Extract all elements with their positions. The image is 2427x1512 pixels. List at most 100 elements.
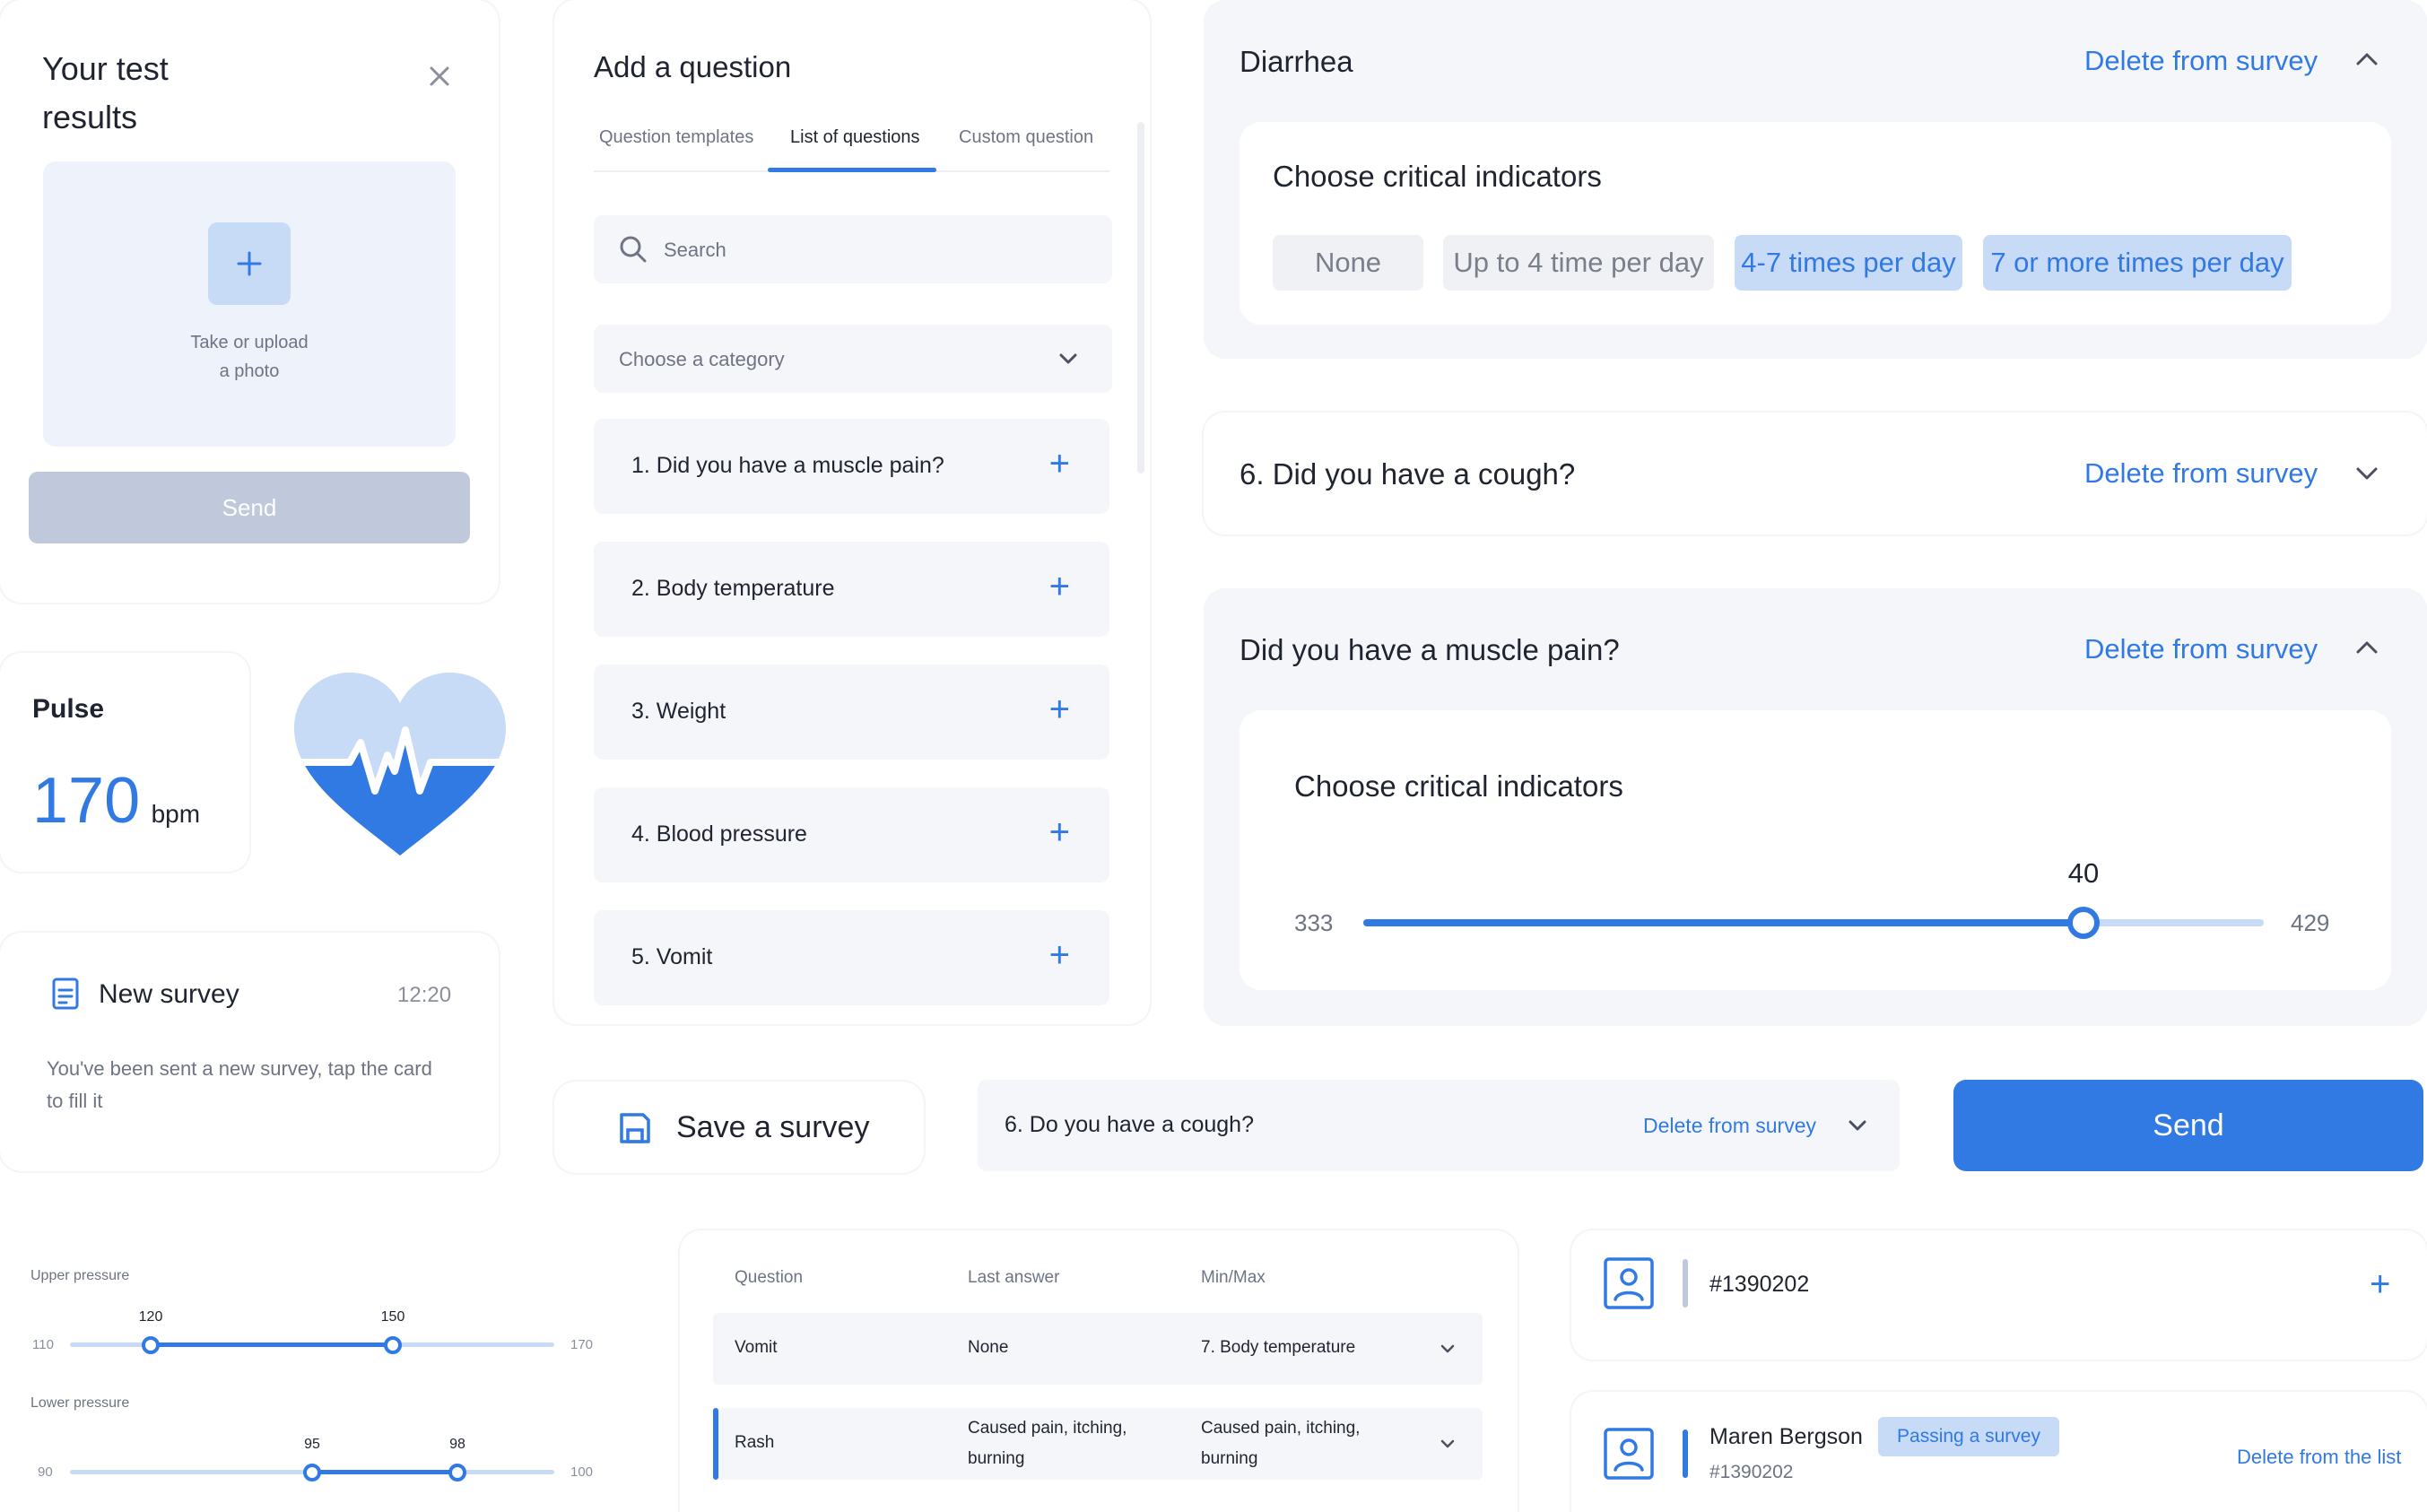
- add-icon[interactable]: +: [1049, 937, 1070, 973]
- upper-pressure-min: 110: [32, 1337, 54, 1352]
- diarrhea-indicators-panel: [1240, 122, 2391, 325]
- question-item-1[interactable]: 1. Did you have a muscle pain? +: [594, 419, 1109, 514]
- question-item-3[interactable]: 3. Weight +: [594, 665, 1109, 760]
- test-results-card: Your test results Take or upload a photo…: [0, 0, 499, 603]
- chevron-down-icon[interactable]: [2355, 465, 2379, 482]
- table-header-minmax: Min/Max: [1201, 1268, 1266, 1287]
- photo-upload-area[interactable]: Take or upload a photo: [43, 161, 456, 447]
- slider-value-label: 40: [2067, 857, 2100, 889]
- range-fill: [312, 1470, 457, 1474]
- active-tab-indicator: [768, 168, 936, 172]
- cell-minmax: 7. Body temperature: [1201, 1338, 1356, 1357]
- row-selected-indicator: [713, 1408, 718, 1480]
- chevron-down-icon[interactable]: [1440, 1342, 1456, 1356]
- patient-card[interactable]: #1390202 +: [1571, 1230, 2427, 1360]
- send-button[interactable]: Send: [1953, 1080, 2423, 1171]
- patient-name: Maren Bergson: [1709, 1424, 1863, 1449]
- tab-question-templates[interactable]: Question templates: [599, 127, 753, 148]
- user-icon: [1604, 1428, 1654, 1480]
- slider-min-label: 333: [1294, 909, 1334, 936]
- tab-list-of-questions[interactable]: List of questions: [790, 127, 920, 148]
- range-high-value: 150: [380, 1309, 405, 1325]
- pulse-value: 170 bpm: [32, 765, 201, 837]
- search-placeholder: Search: [664, 239, 726, 261]
- chip-none[interactable]: None: [1273, 235, 1423, 291]
- status-badge: Passing a survey: [1878, 1417, 2059, 1456]
- new-survey-card[interactable]: New survey 12:20 You've been sent a new …: [0, 933, 499, 1171]
- add-icon[interactable]: +: [1049, 691, 1070, 727]
- question-item-2[interactable]: 2. Body temperature +: [594, 542, 1109, 637]
- range-thumb-high[interactable]: [384, 1336, 402, 1354]
- upper-pressure-label: Upper pressure: [30, 1268, 130, 1283]
- slider-fill: [1363, 919, 2083, 926]
- muscle-pain-title: Did you have a muscle pain?: [1240, 633, 1620, 666]
- category-placeholder: Choose a category: [619, 348, 785, 370]
- range-high-value: 98: [449, 1437, 465, 1452]
- lower-pressure-slider[interactable]: 95 98: [70, 1437, 554, 1489]
- chip-4-7[interactable]: 4-7 times per day: [1735, 235, 1962, 291]
- add-icon[interactable]: +: [1049, 446, 1070, 482]
- delete-from-survey-link[interactable]: Delete from survey: [2084, 45, 2318, 77]
- upper-pressure-max: 170: [570, 1337, 594, 1352]
- chevron-down-icon[interactable]: [1848, 1117, 1867, 1134]
- save-survey-button[interactable]: Save a survey: [554, 1082, 924, 1173]
- add-icon[interactable]: +: [2370, 1266, 2390, 1302]
- search-icon: [619, 235, 648, 264]
- scrollbar[interactable]: [1137, 122, 1144, 474]
- chevron-up-icon[interactable]: [2355, 50, 2379, 68]
- close-icon[interactable]: [426, 63, 453, 90]
- plus-icon: [237, 251, 262, 276]
- patient-id: #1390202: [1709, 1462, 1794, 1482]
- slider-max-label: 429: [2291, 909, 2330, 936]
- cough-title: 6. Did you have a cough?: [1240, 457, 1576, 491]
- question-item-4[interactable]: 4. Blood pressure +: [594, 787, 1109, 882]
- range-fill: [151, 1343, 393, 1347]
- new-survey-title: New survey: [99, 979, 239, 1009]
- patient-divider-active: [1683, 1429, 1688, 1478]
- chevron-down-icon: [1058, 350, 1078, 368]
- muscle-indicators-title: Choose critical indicators: [1294, 769, 1623, 803]
- table-row[interactable]: Rash Caused pain, itching, burning Cause…: [713, 1408, 1483, 1480]
- cough-question-row[interactable]: 6. Do you have a cough? Delete from surv…: [978, 1080, 1900, 1171]
- cell-last-answer: Caused pain, itching, burning: [968, 1419, 1127, 1468]
- muscle-slider[interactable]: 40: [1363, 857, 2264, 945]
- lower-pressure-max: 100: [570, 1464, 594, 1480]
- send-photo-button[interactable]: Send: [29, 472, 470, 543]
- range-low-value: 120: [138, 1309, 163, 1325]
- save-icon: [619, 1112, 651, 1144]
- patient-card[interactable]: Maren Bergson Passing a survey #1390202 …: [1571, 1392, 2427, 1512]
- range-thumb-low[interactable]: [303, 1464, 321, 1482]
- range-thumb-high[interactable]: [448, 1464, 466, 1482]
- delete-from-survey-link[interactable]: Delete from survey: [2084, 633, 2318, 665]
- slider-thumb[interactable]: [2067, 907, 2100, 939]
- add-photo-button[interactable]: [208, 222, 291, 305]
- chevron-down-icon[interactable]: [1440, 1437, 1456, 1451]
- cell-question: Vomit: [735, 1338, 778, 1357]
- question-item-5[interactable]: 5. Vomit +: [594, 910, 1109, 1005]
- user-icon: [1604, 1257, 1654, 1309]
- add-question-title: Add a question: [594, 50, 792, 83]
- test-results-title: Your test results: [42, 50, 169, 135]
- table-header-question: Question: [735, 1268, 804, 1287]
- delete-from-list-link[interactable]: Delete from the list: [2237, 1446, 2401, 1469]
- upper-pressure-slider[interactable]: 120 150: [70, 1309, 554, 1361]
- range-thumb-low[interactable]: [142, 1336, 160, 1354]
- category-select[interactable]: Choose a category: [594, 325, 1112, 393]
- new-survey-time: 12:20: [397, 983, 452, 1007]
- add-icon[interactable]: +: [1049, 569, 1070, 604]
- search-input[interactable]: Search: [594, 215, 1112, 283]
- range-low-value: 95: [304, 1437, 320, 1452]
- document-icon: [52, 978, 79, 1010]
- add-icon[interactable]: +: [1049, 814, 1070, 850]
- chip-up-to-4[interactable]: Up to 4 time per day: [1443, 235, 1714, 291]
- chevron-up-icon[interactable]: [2355, 639, 2379, 656]
- cell-last-answer: None: [968, 1338, 1009, 1357]
- tab-custom-question[interactable]: Custom question: [959, 127, 1093, 148]
- delete-from-survey-link[interactable]: Delete from survey: [1643, 1114, 1816, 1138]
- cell-minmax: Caused pain, itching, burning: [1201, 1419, 1361, 1468]
- table-row[interactable]: Vomit None 7. Body temperature: [713, 1313, 1483, 1385]
- diarrhea-indicators-title: Choose critical indicators: [1273, 160, 1602, 193]
- chip-7-or-more[interactable]: 7 or more times per day: [1983, 235, 2292, 291]
- delete-from-survey-link[interactable]: Delete from survey: [2084, 457, 2318, 490]
- new-survey-description: You've been sent a new survey, tap the c…: [47, 1057, 432, 1112]
